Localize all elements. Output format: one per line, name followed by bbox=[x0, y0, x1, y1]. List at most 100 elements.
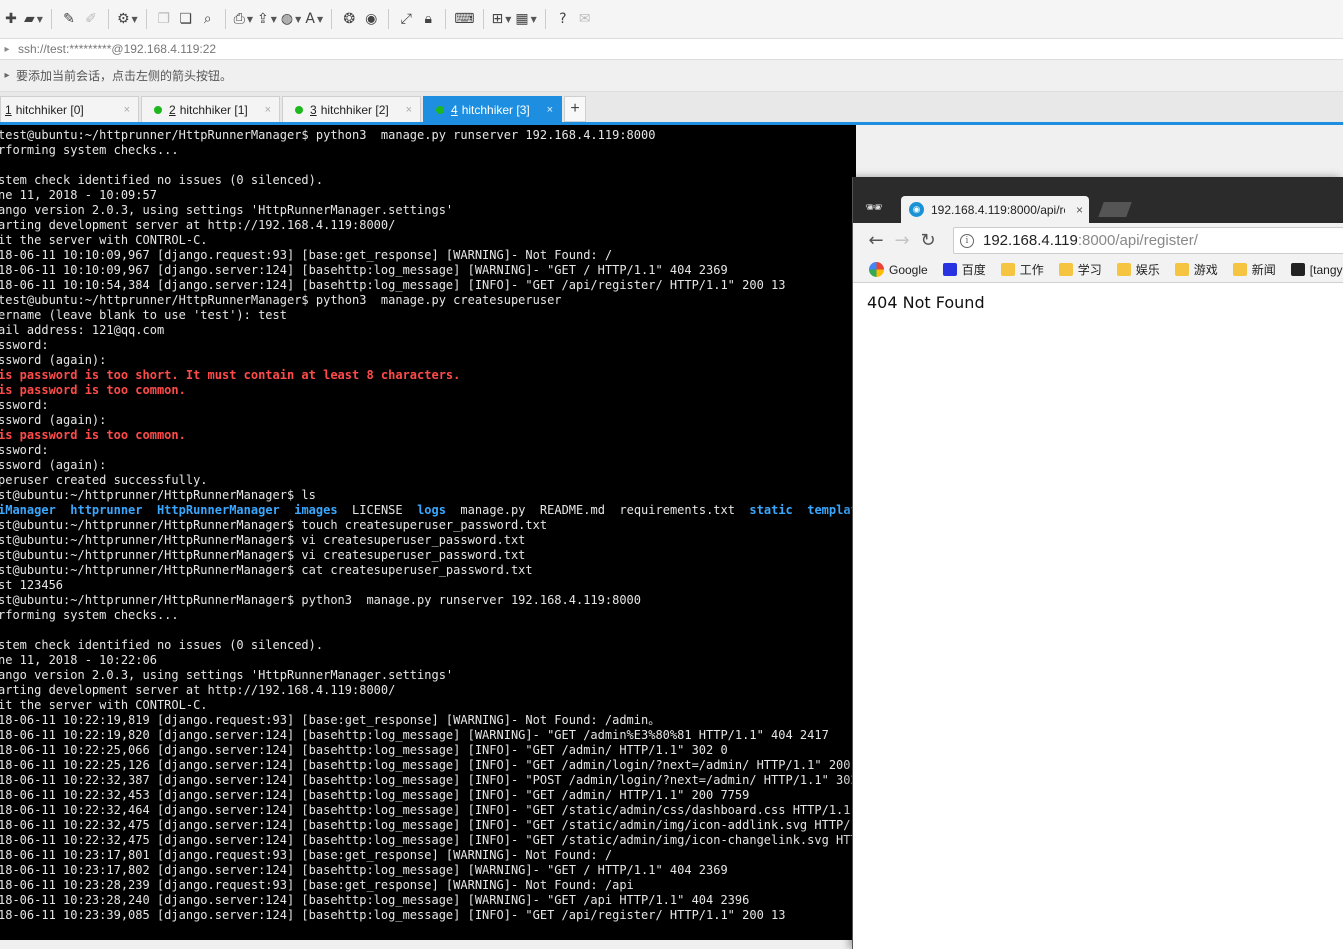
bookmark-folder-study[interactable]: 学习 bbox=[1058, 261, 1102, 278]
tab-label: hitchhiker [2] bbox=[320, 102, 389, 117]
terminal-line: it the server with CONTROL-C. bbox=[0, 233, 208, 247]
session-address-bar[interactable]: ▸ ssh://test:*********@192.168.4.119:22 bbox=[0, 38, 1343, 60]
settings-icon[interactable]: ⚙ ▼ bbox=[115, 7, 140, 31]
tab-hitchhiker-1[interactable]: 2 hitchhiker [1] × bbox=[141, 96, 280, 122]
new-tab-button[interactable] bbox=[1098, 202, 1132, 217]
info-icon[interactable]: i bbox=[960, 233, 974, 248]
page-content: 404 Not Found bbox=[859, 283, 1343, 949]
page-heading: 404 Not Found bbox=[867, 293, 985, 312]
terminal-line: st@ubuntu:~/httprunner/HttpRunnerManager… bbox=[0, 548, 526, 562]
terminal-line: st@ubuntu:~/httprunner/HttpRunnerManager… bbox=[0, 533, 526, 547]
url-text[interactable]: 192.168.4.119:8000/api/register/ bbox=[983, 232, 1198, 249]
find-icon[interactable]: ⌕ bbox=[197, 7, 219, 31]
help-icon[interactable]: ? bbox=[552, 7, 574, 31]
bookmark-tangy[interactable]: [tangy bbox=[1290, 262, 1343, 277]
bookmark-google[interactable]: Google bbox=[869, 262, 928, 277]
terminal-line: 18-06-11 10:23:28,240 [django.server:124… bbox=[0, 893, 750, 907]
bookmark-folder-work[interactable]: 工作 bbox=[1000, 261, 1044, 278]
bookmark-baidu[interactable]: 百度 bbox=[942, 261, 986, 278]
disconnect-icon[interactable]: ✐ bbox=[80, 7, 102, 31]
terminal-line: ssword (again): bbox=[0, 353, 107, 367]
back-icon[interactable]: ← bbox=[863, 230, 889, 251]
tab-hitchhiker-0[interactable]: 1 hitchhiker [0] × bbox=[0, 96, 139, 122]
globe-icon[interactable]: ◍ ▼ bbox=[279, 7, 303, 31]
copy-icon[interactable]: ❐ bbox=[153, 7, 175, 31]
terminal-line: st 123456 bbox=[0, 578, 64, 592]
terminal-line: 18-06-11 10:23:39,085 [django.server:124… bbox=[0, 908, 786, 922]
lock-icon[interactable]: 🔒︎ bbox=[417, 7, 439, 31]
bookmark-label: 娱乐 bbox=[1135, 263, 1160, 277]
add-icon[interactable]: ⊞ ▼ bbox=[490, 7, 514, 31]
tab-hitchhiker-3[interactable]: 4 hitchhiker [3] × bbox=[423, 96, 562, 122]
close-icon[interactable]: × bbox=[265, 104, 271, 116]
record-icon[interactable]: ◉ bbox=[360, 7, 382, 31]
print-icon[interactable]: ⎙ ▼ bbox=[232, 7, 255, 31]
terminal-line: test@ubuntu:~/httprunner/HttpRunnerManag… bbox=[0, 293, 562, 307]
properties-icon[interactable]: ✎ bbox=[58, 7, 80, 31]
arrow-icon[interactable]: ▸ bbox=[0, 70, 14, 81]
terminal-line: arting development server at http://192.… bbox=[0, 683, 396, 697]
toolbar-divider bbox=[544, 9, 546, 29]
chat-icon[interactable]: ✉ bbox=[574, 7, 596, 31]
browser-tab-title: 192.168.4.119:8000/api/register/ bbox=[931, 202, 1065, 217]
fullscreen-icon[interactable]: ⤢ bbox=[395, 7, 417, 31]
directory-entry: logs bbox=[417, 503, 446, 517]
transfer-icon[interactable]: ⇪ ▼ bbox=[255, 7, 279, 31]
font-icon[interactable]: A ▼ bbox=[303, 7, 325, 31]
new-session-icon[interactable]: ✚ bbox=[0, 7, 22, 31]
file-entry bbox=[56, 503, 70, 517]
terminal-line: it the server with CONTROL-C. bbox=[0, 698, 208, 712]
close-icon[interactable]: × bbox=[124, 104, 130, 116]
url-bar[interactable]: i 192.168.4.119:8000/api/register/ bbox=[953, 227, 1343, 254]
terminal-line: is password is too short. It must contai… bbox=[0, 368, 461, 382]
add-tab-button[interactable]: + bbox=[564, 96, 586, 122]
main-toolbar: ✚ ▰ ▼ ✎ ✐ ⚙ ▼ ❐ ❏ ⌕ ⎙ ▼ ⇪ ▼ ◍ ▼ A ▼ ❂ ◉ ⤢ 🔒︎ ⌨… bbox=[0, 0, 1343, 38]
close-icon[interactable]: × bbox=[547, 104, 553, 116]
terminal-line: stem check identified no issues (0 silen… bbox=[0, 173, 324, 187]
terminal-line: 18-06-11 10:22:32,387 [django.server:124… bbox=[0, 773, 856, 787]
directory-entry: HttpRunnerManager bbox=[156, 503, 280, 517]
tab-label: hitchhiker [3] bbox=[461, 102, 530, 117]
script-icon[interactable]: ❂ bbox=[338, 7, 360, 31]
bookmark-folder-news[interactable]: 新闻 bbox=[1232, 261, 1276, 278]
open-folder-icon[interactable]: ▰ ▼ bbox=[22, 7, 45, 31]
file-entry: LICENSE bbox=[337, 503, 418, 517]
terminal-line: st@ubuntu:~/httprunner/HttpRunnerManager… bbox=[0, 518, 548, 532]
tangy-icon bbox=[1290, 263, 1305, 276]
tab-number: 2 bbox=[169, 102, 176, 117]
folder-icon bbox=[1058, 263, 1073, 276]
terminal-line: 18-06-11 10:22:32,475 [django.server:124… bbox=[0, 818, 856, 832]
browser-tab[interactable]: ◉ 192.168.4.119:8000/api/register/ × bbox=[901, 196, 1089, 223]
folder-icon bbox=[1232, 263, 1247, 276]
terminal-line: 18-06-11 10:22:19,820 [django.server:124… bbox=[0, 728, 829, 742]
terminal-line: 18-06-11 10:10:54,384 [django.server:124… bbox=[0, 278, 786, 292]
bookmark-label: [tangy bbox=[1309, 262, 1343, 277]
tab-hitchhiker-2[interactable]: 3 hitchhiker [2] × bbox=[282, 96, 421, 122]
browser-titlebar[interactable]: 🕶︎ ◉ 192.168.4.119:8000/api/register/ × bbox=[853, 177, 1343, 223]
terminal-line: 18-06-11 10:22:32,475 [django.server:124… bbox=[0, 833, 856, 847]
tab-label: hitchhiker [1] bbox=[179, 102, 248, 117]
bookmark-folder-fun[interactable]: 娱乐 bbox=[1116, 261, 1160, 278]
keyboard-icon[interactable]: ⌨ bbox=[452, 7, 476, 31]
directory-entry: httprunner bbox=[70, 503, 143, 517]
bookmark-folder-games[interactable]: 游戏 bbox=[1174, 261, 1218, 278]
bookmark-label: 新闻 bbox=[1251, 263, 1276, 277]
info-text: 要添加当前会话，点击左侧的箭头按钮。 bbox=[16, 69, 233, 83]
close-icon[interactable]: × bbox=[406, 104, 412, 116]
url-path: :8000/api/register/ bbox=[1077, 232, 1198, 249]
browser-window: 🕶︎ ◉ 192.168.4.119:8000/api/register/ × … bbox=[852, 177, 1343, 949]
paste-icon[interactable]: ❏ bbox=[175, 7, 197, 31]
reload-icon[interactable]: ↻ bbox=[915, 230, 941, 251]
connected-status-icon bbox=[295, 105, 303, 114]
forward-icon[interactable]: → bbox=[889, 230, 915, 251]
close-icon[interactable]: × bbox=[1076, 203, 1083, 217]
terminal-line: is password is too common. bbox=[0, 383, 186, 397]
session-address[interactable]: ssh://test:*********@192.168.4.119:22 bbox=[18, 42, 216, 56]
terminal-line: test@ubuntu:~/httprunner/HttpRunnerManag… bbox=[0, 128, 656, 142]
info-bar: ▸ 要添加当前会话，点击左侧的箭头按钮。 bbox=[0, 60, 1343, 92]
terminal-line: rforming system checks... bbox=[0, 608, 179, 622]
layout-icon[interactable]: ▦ ▼ bbox=[513, 7, 538, 31]
terminal-output[interactable]: test@ubuntu:~/httprunner/HttpRunnerManag… bbox=[0, 125, 856, 940]
bookmark-label: 百度 bbox=[961, 263, 986, 277]
